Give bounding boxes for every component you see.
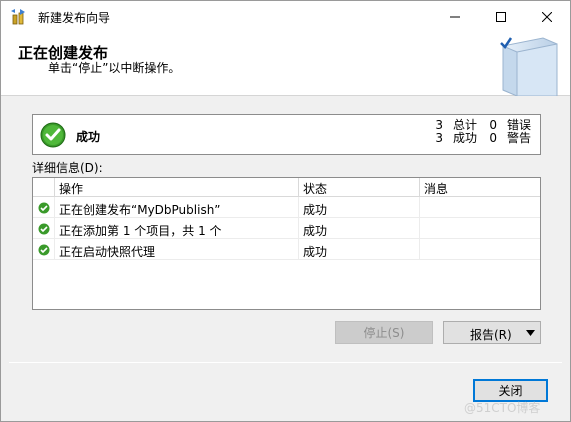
minimize-button[interactable] [432, 1, 478, 32]
warning-count: 0 [489, 131, 497, 145]
success-label: 成功 [452, 131, 477, 145]
row-action: 正在创建发布“MyDbPublish” [59, 203, 221, 217]
status-panel: 成功 3 总计 0 错误 3 成功 0 警告 [32, 114, 541, 155]
success-check-icon [38, 223, 50, 235]
stat-row-success: 3 成功 0 警告 [433, 132, 531, 145]
row-status: 成功 [303, 245, 328, 259]
status-summary: 3 总计 0 错误 3 成功 0 警告 [433, 119, 531, 145]
row-status: 成功 [303, 224, 328, 238]
status-result: 成功 [76, 130, 101, 144]
dropdown-arrow-icon [526, 330, 535, 336]
report-button[interactable]: 报告(R) [443, 321, 541, 344]
close-icon [542, 11, 552, 22]
details-table[interactable]: 操作 状态 消息 正在创建发布“MyDbPublish” 成功 正在添加第 1 … [32, 177, 541, 310]
publication-wizard-icon [11, 9, 25, 25]
title-bar: 新建发布向导 [1, 1, 570, 32]
row-action: 正在启动快照代理 [59, 245, 156, 259]
maximize-icon [496, 11, 506, 22]
table-header: 操作 状态 消息 [33, 178, 540, 197]
publication-book-icon [500, 37, 558, 96]
row-action: 正在添加第 1 个项目，共 1 个 [59, 224, 222, 238]
success-check-icon [38, 202, 50, 214]
close-window-button[interactable] [524, 1, 570, 32]
column-header-message[interactable]: 消息 [424, 180, 448, 197]
table-row[interactable]: 正在启动快照代理 成功 [33, 239, 540, 260]
column-header-status[interactable]: 状态 [303, 180, 327, 197]
wizard-header: 正在创建发布 单击“停止”以中断操作。 [1, 32, 570, 96]
stop-button[interactable]: 停止(S) [335, 321, 433, 344]
maximize-button[interactable] [478, 1, 524, 32]
warning-label: 警告 [506, 131, 531, 145]
table-row[interactable]: 正在创建发布“MyDbPublish” 成功 [33, 197, 540, 218]
watermark: @51CTO博客 [464, 401, 541, 415]
minimize-icon [450, 16, 460, 17]
success-count: 3 [435, 131, 443, 145]
details-label: 详细信息(D): [32, 161, 103, 175]
row-status: 成功 [303, 203, 328, 217]
table-row[interactable]: 正在添加第 1 个项目，共 1 个 成功 [33, 218, 540, 239]
page-subtitle: 单击“停止”以中断操作。 [48, 61, 181, 75]
check-circle-icon [40, 122, 66, 148]
window-title: 新建发布向导 [38, 11, 111, 25]
report-button-label: 报告(R) [470, 328, 512, 342]
footer-separator [9, 362, 562, 363]
column-separator [298, 178, 299, 197]
column-header-action[interactable]: 操作 [59, 180, 83, 197]
wizard-window: 新建发布向导 正在创建发布 单击“停止”以中断操作。 成功 3 总计 0 错误 … [0, 0, 571, 422]
column-separator [54, 178, 55, 197]
column-separator [419, 178, 420, 197]
success-check-icon [38, 244, 50, 256]
